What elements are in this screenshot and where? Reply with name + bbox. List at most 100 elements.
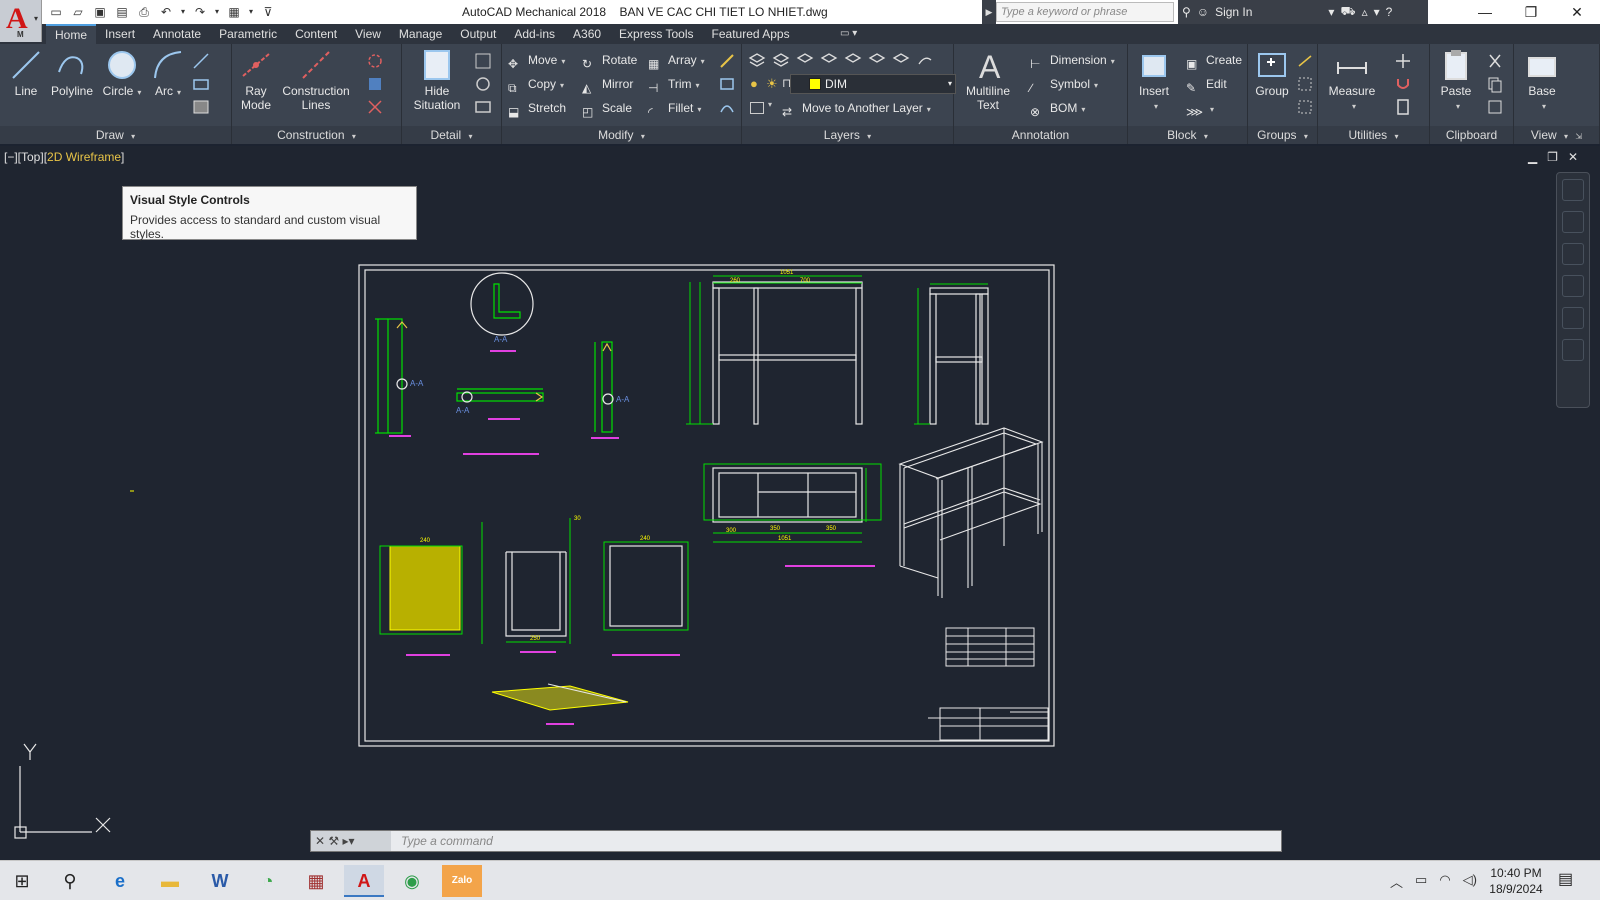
- utilities-panel-label[interactable]: Utilities ▾: [1318, 126, 1429, 144]
- undo-dropdown-icon[interactable]: ▾: [178, 3, 188, 21]
- calculator-icon[interactable]: [1394, 98, 1412, 116]
- viewcube-icon[interactable]: [1562, 179, 1584, 201]
- sign-in-button[interactable]: Sign In: [1215, 5, 1252, 19]
- create-block-button[interactable]: ▣ Create: [1186, 50, 1242, 71]
- plot-icon[interactable]: ▦: [224, 3, 244, 21]
- greenshot-icon[interactable]: ◔: [248, 865, 288, 897]
- close-icon[interactable]: ✕: [1554, 0, 1600, 24]
- hatch-icon[interactable]: [192, 98, 210, 116]
- open-folder-icon[interactable]: ▱: [68, 3, 88, 21]
- tab-a360[interactable]: A360: [564, 24, 610, 44]
- layer-off-icon[interactable]: [796, 52, 814, 70]
- construction-delete-icon[interactable]: [366, 98, 384, 116]
- minimize-icon[interactable]: —: [1462, 0, 1508, 24]
- tab-featured-apps[interactable]: Featured Apps: [703, 24, 799, 44]
- detail-view-icon[interactable]: [474, 52, 492, 70]
- layers-panel-label[interactable]: Layers ▾: [742, 126, 953, 144]
- restore-icon[interactable]: ❐: [1508, 0, 1554, 24]
- group-edit-icon[interactable]: [1296, 75, 1314, 93]
- layer-dropdown[interactable]: DIM ▾: [790, 74, 956, 94]
- zalo-icon[interactable]: Zalo: [442, 865, 482, 897]
- bom-button[interactable]: ⊗ BOM ▾: [1030, 98, 1085, 119]
- tab-express-tools[interactable]: Express Tools: [610, 24, 702, 44]
- modify-panel-label[interactable]: Modify ▾: [502, 126, 741, 144]
- customize-qat-icon[interactable]: ⊽: [258, 3, 278, 21]
- ribbon-minimize-toggle[interactable]: ▭ ▾: [840, 24, 857, 44]
- cart-icon[interactable]: ⛟: [1340, 4, 1355, 20]
- symbol-button[interactable]: ∕ Symbol ▾: [1030, 74, 1098, 95]
- block-attributes-button[interactable]: ⋙ ▾: [1186, 98, 1214, 119]
- start-windows-icon[interactable]: ⊞: [2, 865, 42, 897]
- chevron-down-icon[interactable]: ▾: [768, 100, 772, 109]
- multiline-text-button[interactable]: A Multiline Text: [960, 48, 1016, 112]
- construction-circle-icon[interactable]: [366, 52, 384, 70]
- search-input[interactable]: Type a keyword or phrase: [996, 2, 1174, 22]
- paste-button[interactable]: Paste ▾: [1436, 48, 1476, 114]
- tab-insert[interactable]: Insert: [96, 24, 144, 44]
- wifi-icon[interactable]: ◠: [1439, 872, 1450, 891]
- fillet-button[interactable]: ◜ Fillet ▾: [648, 98, 701, 119]
- volume-icon[interactable]: ◁): [1463, 872, 1477, 891]
- lightbulb-icon[interactable]: ●: [750, 76, 758, 91]
- binoculars-icon[interactable]: ⚲: [1182, 5, 1191, 19]
- move-button[interactable]: ✥ Move ▾: [508, 50, 565, 71]
- search-expand-icon[interactable]: ▶: [982, 0, 996, 24]
- layer-color-icon[interactable]: [750, 102, 764, 114]
- ray-mode-button[interactable]: Ray Mode: [236, 48, 276, 112]
- move-to-another-layer-button[interactable]: ⇄ Move to Another Layer ▾: [782, 98, 931, 119]
- word-icon[interactable]: W: [200, 865, 240, 897]
- group-select-icon[interactable]: [1296, 98, 1314, 116]
- rotate-button[interactable]: ↻ Rotate: [582, 50, 637, 71]
- notification-icon[interactable]: ▤: [1558, 869, 1573, 889]
- user-icon[interactable]: ☺: [1197, 5, 1209, 19]
- erase-icon[interactable]: [718, 52, 736, 70]
- save-as-icon[interactable]: ▤: [112, 3, 132, 21]
- edit-block-button[interactable]: ✎ Edit: [1186, 74, 1227, 95]
- construction-hatch-icon[interactable]: [366, 75, 384, 93]
- file-explorer-icon[interactable]: ▬: [150, 865, 190, 897]
- command-line[interactable]: ✕ ⚒ ▸▾ Type a command: [310, 830, 1282, 852]
- construction-panel-label[interactable]: Construction ▾: [232, 126, 401, 144]
- chrome-icon[interactable]: ◉: [392, 865, 432, 897]
- tab-output[interactable]: Output: [451, 24, 505, 44]
- command-input[interactable]: Type a command: [401, 831, 493, 851]
- tab-parametric[interactable]: Parametric: [210, 24, 286, 44]
- annotation-panel-label[interactable]: Annotation: [954, 126, 1127, 144]
- new-file-icon[interactable]: ▭: [46, 3, 66, 21]
- view-panel-label[interactable]: View ▾ ⇲: [1514, 126, 1599, 144]
- array-button[interactable]: ▦ Array ▾: [648, 50, 705, 71]
- explode-icon[interactable]: [718, 75, 736, 93]
- tab-view[interactable]: View: [346, 24, 390, 44]
- redo-dropdown-icon[interactable]: ▾: [212, 3, 222, 21]
- showmotion-icon[interactable]: [1562, 339, 1584, 361]
- scale-button[interactable]: ◰ Scale: [582, 98, 632, 119]
- orbit-icon[interactable]: [1562, 307, 1584, 329]
- tray-chevron-up-icon[interactable]: ︿: [1390, 872, 1403, 891]
- base-view-button[interactable]: Base ▾: [1522, 48, 1562, 114]
- hide-situation-button[interactable]: Hide Situation: [408, 48, 466, 112]
- measure-button[interactable]: Measure ▾: [1324, 48, 1380, 114]
- layer-match-icon[interactable]: [892, 52, 910, 70]
- copy-button[interactable]: ⧉ Copy ▾: [508, 74, 564, 95]
- tab-add-ins[interactable]: Add-ins: [505, 24, 564, 44]
- steering-wheel-icon[interactable]: [1562, 211, 1584, 233]
- layer-isolate-icon[interactable]: [820, 52, 838, 70]
- application-menu-button[interactable]: A M ▾: [0, 0, 42, 42]
- layer-state-icon[interactable]: [772, 52, 790, 70]
- tab-content[interactable]: Content: [286, 24, 346, 44]
- copy-clip-icon[interactable]: [1486, 75, 1504, 93]
- layer-properties-icon[interactable]: [748, 52, 766, 70]
- chevron-down-icon[interactable]: ▾: [1374, 5, 1380, 19]
- trim-button[interactable]: ⊣ Trim ▾: [648, 74, 700, 95]
- workspace-dropdown-icon[interactable]: ▾: [246, 3, 256, 21]
- autodesk-exchange-icon[interactable]: ▵: [1362, 5, 1368, 19]
- help-icon[interactable]: ?: [1386, 5, 1393, 19]
- detail-link-icon[interactable]: [474, 98, 492, 116]
- tab-manage[interactable]: Manage: [390, 24, 451, 44]
- offset-icon[interactable]: [718, 98, 736, 116]
- copy-base-icon[interactable]: [1486, 98, 1504, 116]
- group-button[interactable]: Group: [1252, 48, 1292, 98]
- edge-browser-icon[interactable]: e: [100, 865, 140, 897]
- insert-block-button[interactable]: Insert ▾: [1132, 48, 1176, 114]
- print-icon[interactable]: ⎙: [134, 3, 154, 21]
